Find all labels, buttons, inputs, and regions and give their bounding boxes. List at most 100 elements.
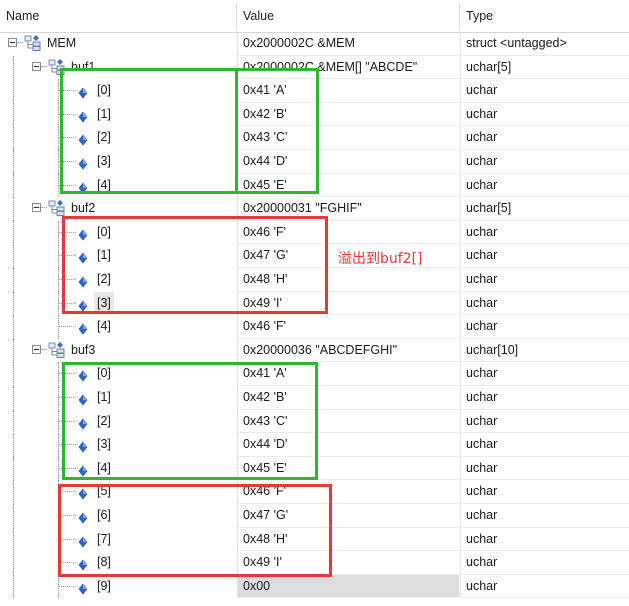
value-cell[interactable]: 0x2000002C &MEM[] "ABCDE" (237, 55, 459, 80)
type-cell: uchar (460, 79, 629, 103)
value-cell[interactable]: 0x42 'B' (237, 102, 459, 127)
type-cell: uchar (460, 244, 629, 268)
value-cell[interactable]: 0x49 'I' (237, 551, 459, 575)
tree-connector (58, 527, 59, 552)
tree-row-struct[interactable]: buf2 0x20000031 "FGHIF" uchar[5] (0, 197, 629, 221)
value-cell[interactable]: 0x44 'D' (237, 150, 459, 174)
tree-connector (58, 279, 76, 280)
tree-row-item[interactable]: [2] 0x48 'H' uchar (0, 268, 629, 292)
type-cell: uchar (460, 220, 629, 245)
tree-row-item[interactable]: [4] 0x46 'F' uchar (0, 315, 629, 339)
tree-row-struct[interactable]: buf1 0x2000002C &MEM[] "ABCDE" uchar[5] (0, 55, 629, 80)
tree-row-item[interactable]: [3] 0x44 'D' uchar (0, 433, 629, 457)
variable-name: [0] (97, 83, 111, 98)
tree-row-item[interactable]: [3] 0x44 'D' uchar (0, 150, 629, 174)
value-cell[interactable]: 0x47 'G' (237, 504, 459, 528)
type-cell: uchar (460, 433, 629, 457)
name-cell: buf2 (0, 197, 236, 221)
tree-connector (13, 315, 14, 339)
collapse-minus-icon[interactable] (8, 38, 17, 47)
tree-connector (13, 386, 14, 410)
diamond-item-icon (78, 415, 88, 430)
tree-row-item[interactable]: [6] 0x47 'G' uchar (0, 504, 629, 528)
value-cell[interactable]: 0x41 'A' (237, 362, 459, 386)
column-header-type[interactable]: Type (460, 0, 629, 32)
type-cell: uchar (460, 574, 629, 599)
tree-connector (58, 467, 76, 469)
value-cell[interactable]: 0x43 'C' (237, 126, 459, 150)
value-cell[interactable]: 0x45 'E' (237, 173, 459, 198)
value-cell[interactable]: 0x46 'F' (237, 220, 459, 245)
tree-connector (58, 220, 59, 245)
tree-connector (58, 409, 59, 434)
value-cell[interactable]: 0x2000002C &MEM (237, 32, 459, 56)
tree-row-item[interactable]: [7] 0x48 'H' uchar (0, 527, 629, 552)
value-cell[interactable]: 0x00 (237, 574, 459, 599)
value-cell[interactable]: 0x20000036 "ABCDEFGHI" (237, 338, 459, 363)
tree-row-item[interactable]: [4] 0x45 'E' uchar (0, 456, 629, 481)
column-header-name[interactable]: Name (0, 0, 236, 32)
tree-row-item[interactable]: [2] 0x43 'C' uchar (0, 409, 629, 434)
tree-row-item[interactable]: [3] 0x49 'I' uchar (0, 291, 629, 316)
tree-row-item[interactable]: [4] 0x45 'E' uchar (0, 173, 629, 198)
tree-connector (58, 515, 76, 516)
tree-connector (13, 551, 14, 575)
diamond-item-icon (78, 462, 88, 477)
tree-row-item[interactable]: [0] 0x41 'A' uchar (0, 79, 629, 103)
value-cell[interactable]: 0x48 'H' (237, 268, 459, 292)
variable-name: [1] (97, 248, 111, 263)
tree-connector (13, 362, 14, 386)
tree-connector (13, 409, 14, 434)
collapse-minus-icon[interactable] (32, 203, 41, 213)
tree-connector (13, 338, 14, 363)
tree-connector (58, 456, 59, 481)
tree-connector (58, 504, 59, 528)
type-cell: uchar (460, 362, 629, 386)
value-cell[interactable]: 0x43 'C' (237, 409, 459, 434)
tree-row-item[interactable]: [8] 0x49 'I' uchar (0, 551, 629, 575)
variable-name: [2] (97, 413, 111, 428)
tree-row-item[interactable]: [0] 0x46 'F' uchar (0, 220, 629, 245)
collapse-minus-icon[interactable] (32, 61, 41, 71)
type-cell: uchar (460, 150, 629, 174)
name-cell: MEM (0, 32, 236, 56)
tree-row-item[interactable]: [1] 0x47 'G' uchar (0, 244, 629, 268)
name-cell: [3] (0, 433, 236, 457)
tree-row-struct[interactable]: MEM 0x2000002C &MEM struct <untagged> (0, 32, 629, 56)
tree-connector (58, 268, 59, 292)
struct-tree-icon (48, 58, 66, 76)
value-cell[interactable]: 0x48 'H' (237, 527, 459, 552)
tree-row-item[interactable]: [2] 0x43 'C' uchar (0, 126, 629, 150)
value-cell[interactable]: 0x45 'E' (237, 456, 459, 481)
value-cell[interactable]: 0x20000031 "FGHIF" (237, 197, 459, 221)
value-cell[interactable]: 0x41 'A' (237, 79, 459, 103)
value-cell[interactable]: 0x49 'I' (237, 291, 459, 316)
tree-row-item[interactable]: [1] 0x42 'B' uchar (0, 102, 629, 127)
value-cell[interactable]: 0x46 'F' (237, 315, 459, 339)
value-cell[interactable]: 0x42 'B' (237, 386, 459, 410)
tree-row-item[interactable]: [0] 0x41 'A' uchar (0, 362, 629, 386)
tree-connector (58, 480, 59, 504)
diamond-item-icon (78, 580, 88, 595)
tree-connector (58, 137, 76, 139)
tree-connector (58, 291, 59, 316)
column-header-value[interactable]: Value (237, 0, 459, 32)
type-cell: uchar (460, 268, 629, 292)
value-cell[interactable]: 0x46 'F' (237, 480, 459, 504)
variable-name: [4] (97, 460, 111, 475)
diamond-item-icon (78, 533, 88, 548)
name-cell: [4] (0, 315, 236, 339)
tree-row-item[interactable]: [1] 0x42 'B' uchar (0, 386, 629, 410)
tree-connector (13, 197, 14, 221)
tree-row-struct[interactable]: buf3 0x20000036 "ABCDEFGHI" uchar[10] (0, 338, 629, 363)
variable-name: [5] (97, 484, 111, 499)
tree-connector (58, 302, 76, 304)
tree-row-item[interactable]: [9] 0x00 uchar (0, 574, 629, 599)
tree-connector (58, 113, 76, 115)
value-cell[interactable]: 0x44 'D' (237, 433, 459, 457)
type-cell: uchar (460, 480, 629, 504)
collapse-minus-icon[interactable] (32, 344, 41, 354)
tree-connector (58, 231, 76, 233)
tree-row-item[interactable]: [5] 0x46 'F' uchar (0, 480, 629, 504)
tree-connector (17, 42, 23, 43)
